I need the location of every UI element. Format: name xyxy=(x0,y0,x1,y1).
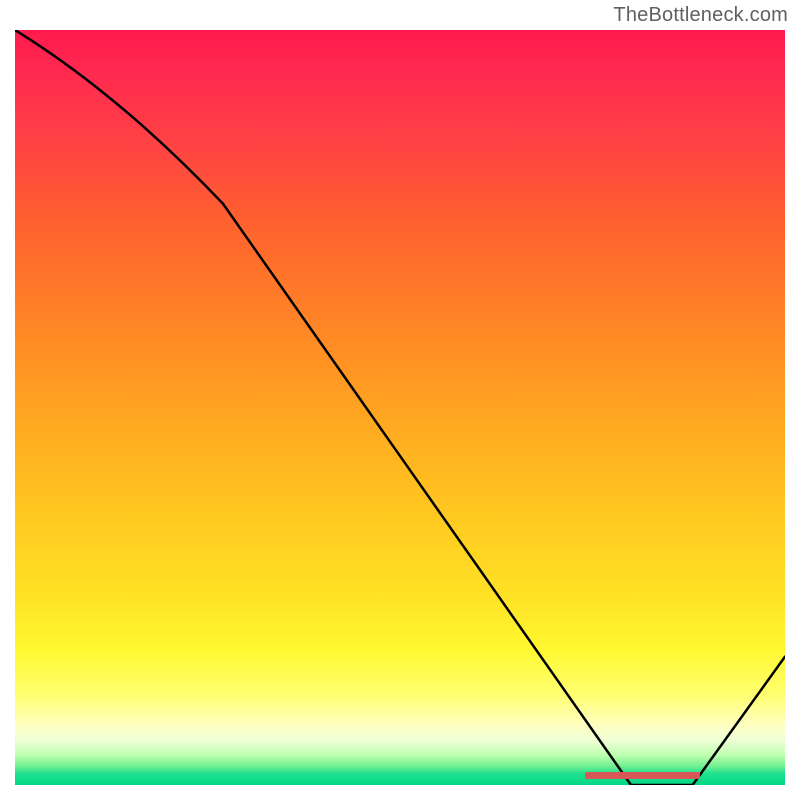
optimal-range-marker xyxy=(585,772,701,779)
chart-plot-area xyxy=(15,30,785,785)
bottleneck-curve xyxy=(15,30,785,785)
watermark-text: TheBottleneck.com xyxy=(613,4,788,27)
